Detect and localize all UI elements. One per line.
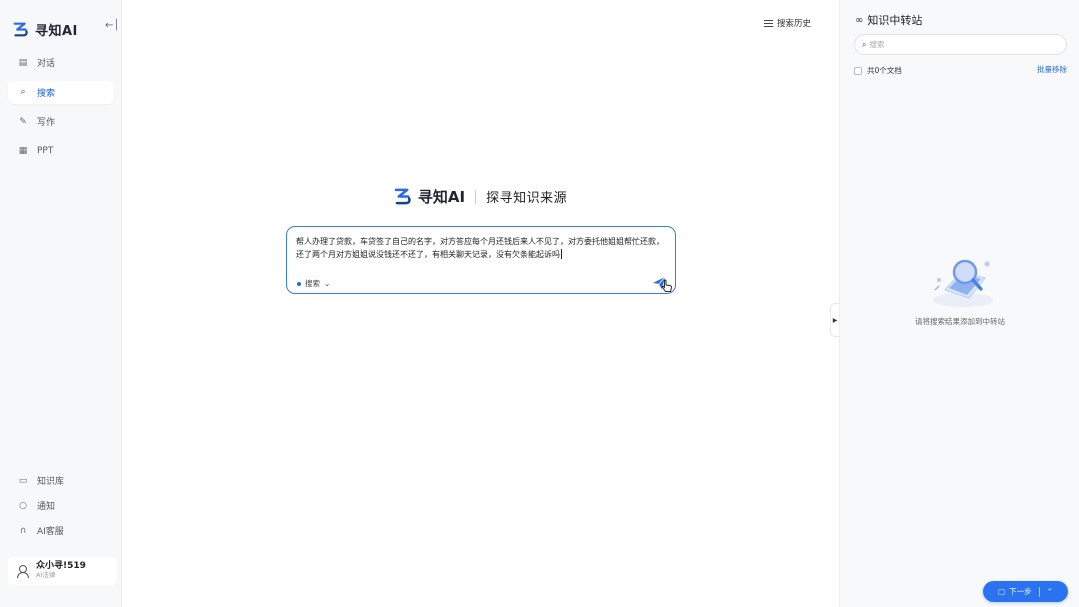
headset-icon: ∩ (19, 525, 27, 536)
slides-icon: ▦ (18, 146, 28, 156)
next-step-button[interactable]: ▢ 下一步 ⌃ (983, 581, 1068, 602)
app-logo[interactable]: 寻知AI (12, 20, 78, 39)
hero-slogan: 探寻知识来源 (486, 191, 568, 206)
query-text: 帮人办理了贷款，车贷签了自己的名字，对方答应每个月还钱后来人不见了，对方委托他姐… (296, 237, 664, 259)
panel-toggle-button[interactable]: ▶ (830, 303, 839, 337)
menu-icon (763, 19, 773, 27)
panel-search-input[interactable] (869, 40, 1050, 49)
query-box[interactable]: 帮人办理了贷款，车贷签了自己的名字，对方答应每个月还钱后来人不见了，对方委托他姐… (286, 226, 676, 294)
nav-item-label: PPT (37, 146, 54, 156)
hero-divider (475, 189, 477, 204)
nav-item-label: AI客服 (37, 527, 64, 537)
panel-title-text: 知识中转站 (867, 14, 923, 27)
user-role: AI法律 (36, 571, 56, 580)
caret-right-icon: ▶ (832, 316, 838, 324)
nav-item-knowledge-base[interactable]: ▭ 知识库 (8, 469, 114, 492)
nav-item-ai-support[interactable]: ∩ AI客服 (8, 519, 114, 542)
main-nav: ▤ 对话 ⌕ 搜索 ✎ 写作 ▦ PPT (8, 51, 114, 169)
next-step-label: 下一步 (1009, 587, 1032, 596)
query-input[interactable]: 帮人办理了贷款，车贷签了自己的名字，对方答应每个月还钱后来人不见了，对方委托他姐… (296, 236, 666, 262)
batch-remove-button[interactable]: 批量移除 (1037, 64, 1067, 75)
bottom-nav: ▭ 知识库 ○ 通知 ∩ AI客服 (8, 469, 114, 544)
chat-icon: ▤ (18, 57, 28, 68)
empty-state-text: 请将搜索结果添加到中转站 (915, 317, 1005, 326)
user-card[interactable]: 众小寻!519 AI法律 (8, 557, 117, 585)
doc-count-label: 共0个文档 (867, 66, 902, 75)
panel-title: ∞ 知识中转站 (855, 12, 922, 28)
nav-item-label: 对话 (37, 59, 56, 69)
nav-item-search[interactable]: ⌕ 搜索 (8, 80, 114, 104)
nav-item-label: 通知 (37, 502, 56, 512)
avatar (16, 564, 29, 578)
send-icon[interactable] (652, 276, 666, 290)
nav-item-label: 搜索 (37, 88, 56, 99)
nav-item-notifications[interactable]: ○ 通知 (8, 494, 114, 517)
hero: 寻知AI 探寻知识来源 (122, 186, 838, 207)
nav-item-ppt[interactable]: ▦ PPT (8, 140, 114, 163)
chevron-up-icon[interactable]: ⌃ (1047, 587, 1053, 596)
hero-brand: 寻知AI (417, 188, 466, 206)
hero-logo: 寻知AI (393, 186, 465, 207)
search-icon: ⌕ (20, 87, 26, 97)
logo-mark-icon (13, 22, 28, 37)
nav-item-label: 写作 (37, 118, 56, 128)
button-divider (1038, 586, 1040, 597)
search-history-button[interactable]: 搜索历史 (763, 17, 811, 29)
search-icon: ⌕ (862, 39, 867, 49)
nav-item-chat[interactable]: ▤ 对话 (8, 51, 114, 74)
nav-item-writing[interactable]: ✎ 写作 (8, 110, 114, 133)
link-icon: ∞ (855, 14, 864, 26)
doc-count-row: 共0个文档 (854, 65, 902, 76)
app-name: 寻知AI (35, 24, 78, 39)
user-info: 众小寻!519 AI法律 (36, 562, 86, 579)
collapse-left-icon[interactable]: ←│ (105, 20, 119, 31)
search-history-label: 搜索历史 (776, 19, 811, 29)
empty-state-illustration (933, 259, 993, 307)
text-caret (561, 249, 562, 260)
knowledge-transfer-panel: ∞ 知识中转站 ⌕ 共0个文档 批量移除 请将搜索结果添加到中转站 ▢ 下一步 … (839, 0, 1079, 607)
logo-mark-icon (394, 188, 411, 205)
panel-search[interactable]: ⌕ (854, 34, 1067, 55)
select-all-checkbox[interactable] (854, 66, 862, 75)
chevron-down-icon: ⌄ (324, 279, 331, 288)
mode-label: 搜索 (305, 279, 320, 288)
main-area: 搜索历史 寻知AI 探寻知识来源 帮人办理了贷款，车贷签了自己的名字，对方答应每… (122, 0, 838, 607)
folder-icon: ▭ (18, 475, 28, 486)
mode-select[interactable]: 搜索 ⌄ (297, 278, 330, 289)
mode-dot-icon (297, 281, 301, 286)
sidebar: 寻知AI ←│ ▤ 对话 ⌕ 搜索 ✎ 写作 ▦ PPT ▭ 知识库 ○ 通知 … (0, 0, 122, 607)
pen-icon: ✎ (19, 116, 27, 127)
nav-item-label: 知识库 (37, 477, 65, 487)
bell-icon: ○ (19, 500, 27, 511)
chat-icon: ▢ (998, 587, 1006, 596)
